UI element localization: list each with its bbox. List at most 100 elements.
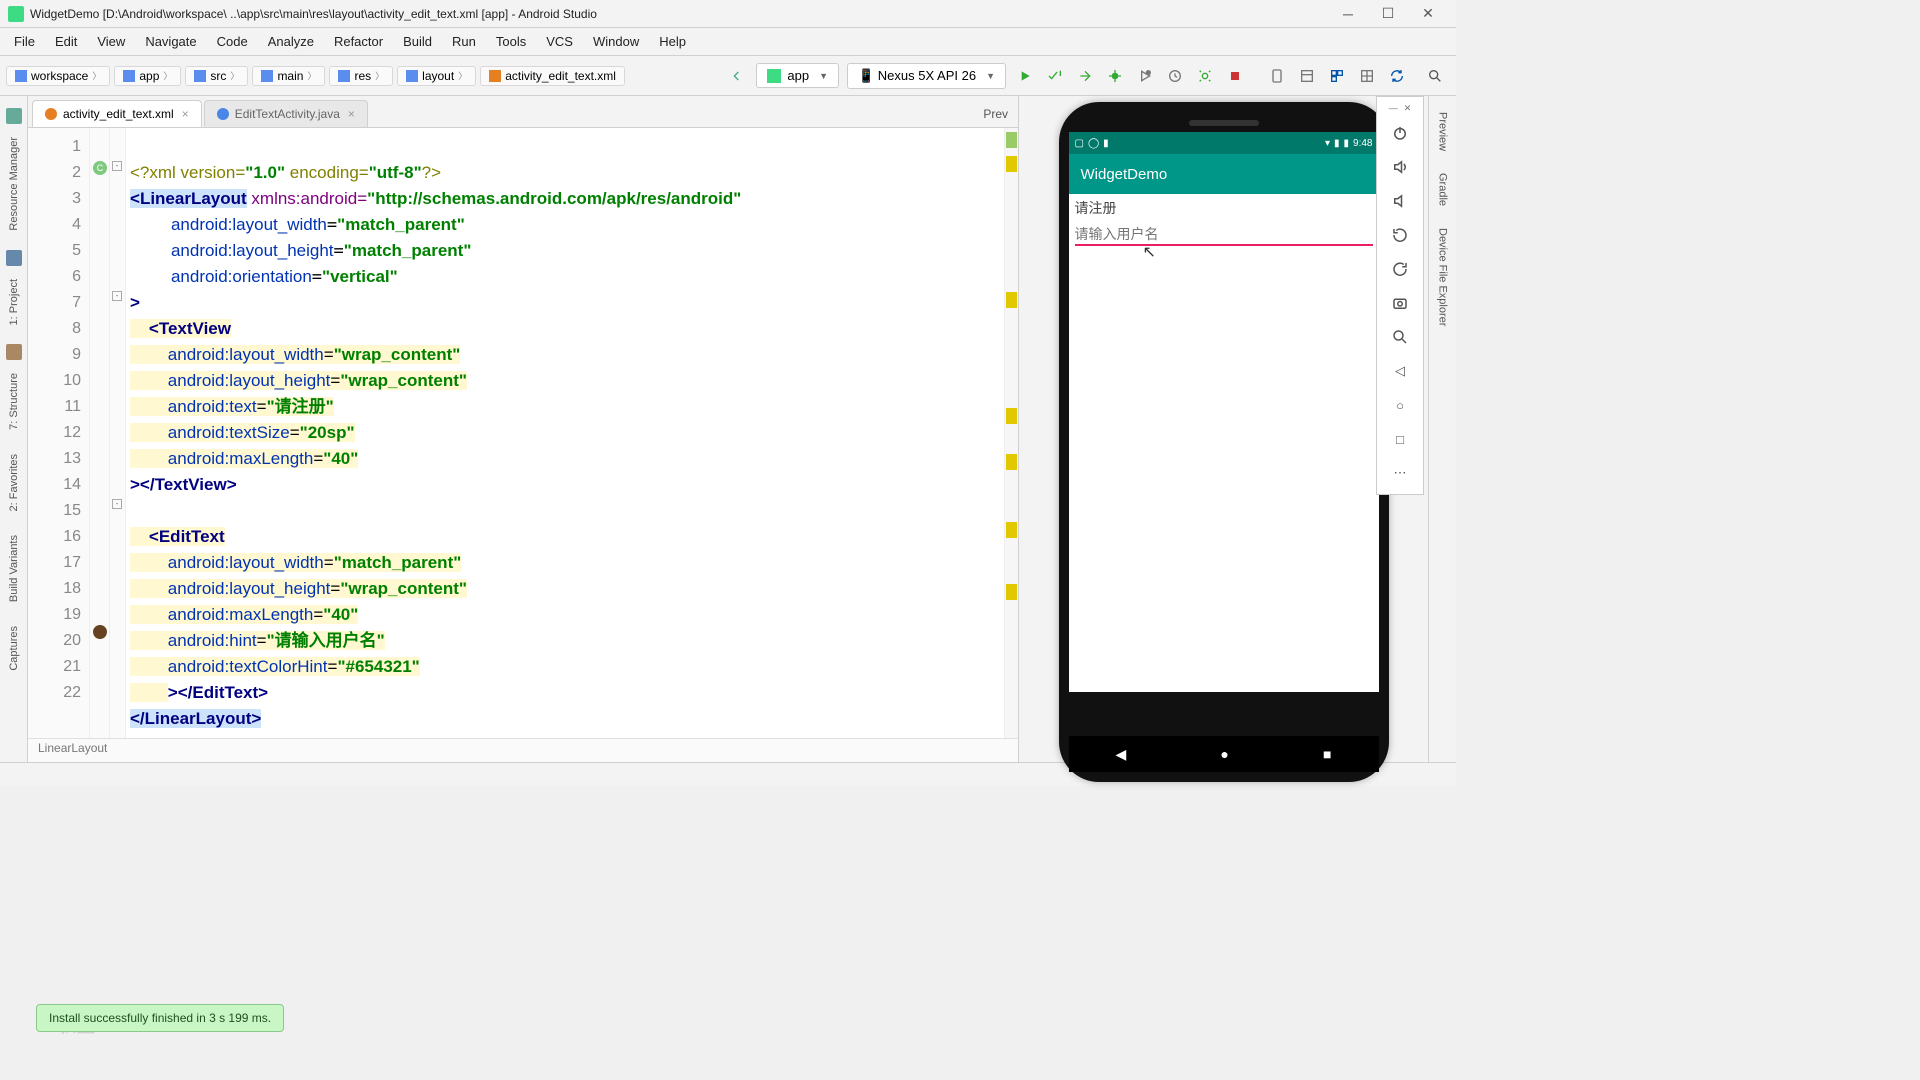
menu-tools[interactable]: Tools [486,34,536,49]
color-gutter-icon[interactable] [93,625,107,639]
close-tab-icon[interactable]: × [348,107,355,121]
run-button[interactable] [1012,63,1038,89]
fold-toggle-icon[interactable]: - [112,291,122,301]
warning-marker-icon[interactable] [1006,292,1017,308]
breadcrumb-app[interactable]: app〉 [114,66,181,86]
apply-code-button[interactable] [1072,63,1098,89]
sdk-manager-button[interactable] [1294,63,1320,89]
error-stripe[interactable] [1004,128,1018,738]
back-button[interactable] [724,63,750,89]
preview-tab-collapsed[interactable]: Prev [973,101,1018,127]
fold-toggle-icon[interactable]: - [112,499,122,509]
tool-structure[interactable]: 7: Structure [5,364,23,439]
preview-textview: 请注册 [1075,198,1373,218]
breadcrumb-layout[interactable]: layout〉 [397,66,476,86]
menu-analyze[interactable]: Analyze [258,34,324,49]
zoom-icon[interactable] [1386,322,1414,352]
right-tool-strip: Preview Gradle Device File Explorer [1428,96,1456,762]
warning-marker-icon[interactable] [1006,408,1017,424]
warning-marker-icon[interactable] [1006,522,1017,538]
tool-resource-manager[interactable]: Resource Manager [5,128,23,240]
warning-marker-icon[interactable] [1006,584,1017,600]
menu-vcs[interactable]: VCS [536,34,583,49]
minimize-button[interactable]: ─ [1328,6,1368,22]
project-icon[interactable] [6,250,22,266]
profile-button[interactable] [1162,63,1188,89]
tool-favorites[interactable]: 2: Favorites [5,445,23,520]
menu-file[interactable]: File [4,34,45,49]
android-navbar: ◀ ● ■ [1069,736,1379,772]
debug-button[interactable] [1102,63,1128,89]
tool-preview-right[interactable]: Preview [1435,104,1451,159]
apply-changes-button[interactable] [1042,63,1068,89]
menu-code[interactable]: Code [207,34,258,49]
back-icon[interactable]: ◁ [1386,356,1414,386]
avd-manager-button[interactable] [1264,63,1290,89]
power-icon[interactable] [1386,118,1414,148]
wifi-icon: ▾ [1325,138,1330,149]
breadcrumb-res[interactable]: res〉 [329,66,393,86]
emu-minimize-icon[interactable]: — [1389,103,1398,114]
layout-inspector-button[interactable] [1354,63,1380,89]
overview-icon[interactable]: □ [1386,424,1414,454]
tool-build-variants[interactable]: Build Variants [5,526,23,611]
window-titlebar: WidgetDemo [D:\Android\workspace\ ..\app… [0,0,1456,28]
structure-breadcrumb[interactable]: LinearLayout [28,738,1018,762]
code-editor[interactable]: <?xml version="1.0" encoding="utf-8"?> <… [126,128,1004,738]
tab-java[interactable]: EditTextActivity.java× [204,100,368,127]
menu-help[interactable]: Help [649,34,696,49]
menu-refactor[interactable]: Refactor [324,34,393,49]
home-nav-icon[interactable]: ● [1220,746,1228,762]
fold-toggle-icon[interactable]: - [112,161,122,171]
breadcrumb-workspace[interactable]: workspace〉 [6,66,110,86]
structure-icon[interactable] [6,344,22,360]
phone-speaker [1189,120,1259,126]
more-icon[interactable]: ⋯ [1386,458,1414,488]
tool-gradle[interactable]: Gradle [1435,165,1451,214]
volume-down-icon[interactable] [1386,186,1414,216]
maximize-button[interactable]: ☐ [1368,5,1408,22]
navigation-toolbar: workspace〉 app〉 src〉 main〉 res〉 layout〉 … [0,56,1456,96]
device-selector[interactable]: 📱 Nexus 5X API 26▼ [847,63,1006,89]
device-screen[interactable]: ▢◯▮ ▾▮▮9:48 WidgetDemo 请注册 ↖ [1069,132,1379,692]
warning-marker-icon[interactable] [1006,156,1017,172]
warning-marker-icon[interactable] [1006,454,1017,470]
resource-manager-button[interactable] [1324,63,1350,89]
menu-run[interactable]: Run [442,34,486,49]
class-gutter-icon[interactable]: C [93,161,107,175]
menu-bar: File Edit View Navigate Code Analyze Ref… [0,28,1456,56]
back-nav-icon[interactable]: ◀ [1116,746,1127,763]
tool-project[interactable]: 1: Project [5,270,23,334]
menu-view[interactable]: View [87,34,135,49]
menu-window[interactable]: Window [583,34,649,49]
rotate-right-icon[interactable] [1386,254,1414,284]
resource-manager-icon[interactable] [6,108,22,124]
preview-edittext[interactable] [1075,224,1373,246]
tool-captures[interactable]: Captures [5,617,23,680]
menu-navigate[interactable]: Navigate [135,34,206,49]
run-config-selector[interactable]: app▼ [756,63,839,88]
breadcrumb-main[interactable]: main〉 [252,66,325,86]
close-button[interactable]: ✕ [1408,5,1448,22]
emu-close-icon[interactable]: ✕ [1404,103,1412,114]
close-tab-icon[interactable]: × [182,107,189,121]
home-icon[interactable]: ○ [1386,390,1414,420]
recents-nav-icon[interactable]: ■ [1323,746,1331,762]
breadcrumb-src[interactable]: src〉 [185,66,248,86]
stop-button[interactable] [1222,63,1248,89]
attach-debugger-button[interactable] [1192,63,1218,89]
screenshot-icon[interactable] [1386,288,1414,318]
tab-xml[interactable]: activity_edit_text.xml× [32,100,202,127]
menu-edit[interactable]: Edit [45,34,87,49]
menu-build[interactable]: Build [393,34,442,49]
breadcrumb-file[interactable]: activity_edit_text.xml [480,66,625,86]
line-number-gutter[interactable]: 12345678910111213141516171819202122 [28,128,90,738]
tool-device-explorer[interactable]: Device File Explorer [1435,220,1451,334]
sync-gradle-button[interactable] [1384,63,1410,89]
coverage-button[interactable] [1132,63,1158,89]
emulator-panel: ▢◯▮ ▾▮▮9:48 WidgetDemo 请注册 ↖ ◀ ● ■ — ✕ [1018,96,1428,762]
left-tool-strip: Resource Manager 1: Project 7: Structure… [0,96,28,762]
rotate-left-icon[interactable] [1386,220,1414,250]
search-everywhere-button[interactable] [1422,63,1448,89]
volume-up-icon[interactable] [1386,152,1414,182]
